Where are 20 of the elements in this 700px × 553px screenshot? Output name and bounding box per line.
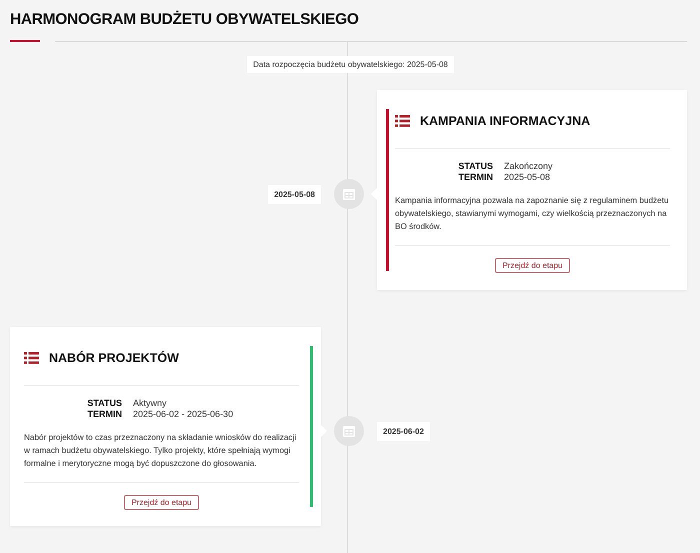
date-label: 2025-06-02 <box>377 422 430 441</box>
go-to-stage-button[interactable]: Przejdź do etapu <box>495 258 570 273</box>
status-value: Zakończony <box>504 161 554 171</box>
term-label: TERMIN <box>86 409 122 419</box>
page-title: HARMONOGRAM BUDŻETU OBYWATELSKIEGO <box>10 10 360 29</box>
list-icon <box>24 352 39 364</box>
stage-title: NABÓR PROJEKTÓW <box>49 351 179 365</box>
term-value: 2025-06-02 - 2025-06-30 <box>133 409 234 419</box>
status-label: STATUS <box>457 161 493 171</box>
start-date-label: Data rozpoczęcia budżetu obywatelskiego: 2025-05-08 <box>247 56 454 73</box>
term-value: 2025-05-08 <box>504 172 552 182</box>
go-to-stage-button[interactable]: Przejdź do etapu <box>124 495 199 510</box>
list-icon <box>395 115 410 127</box>
stage-description: Nabór projektów to czas przeznaczony na składanie wniosków do realizacji w ramach budżetu obywatelskiego. Tylko projekty, które spełniają wymogi formalne i merytoryczne mogą być dopuszczone do głosowania. <box>24 432 298 470</box>
status-value: Aktywny <box>133 398 168 408</box>
stage-title: KAMPANIA INFORMACYJNA <box>420 114 590 128</box>
date-label: 2025-05-08 <box>268 185 321 204</box>
term-label: TERMIN <box>458 172 493 182</box>
stage-description: Kampania informacyjna pozwala na zapoznanie się z regulaminem budżetu obywatelskiego, stawianymi wymogami, czy wielkością przeznaczonych na BO środków. <box>395 195 670 233</box>
status-label: STATUS <box>86 398 122 408</box>
